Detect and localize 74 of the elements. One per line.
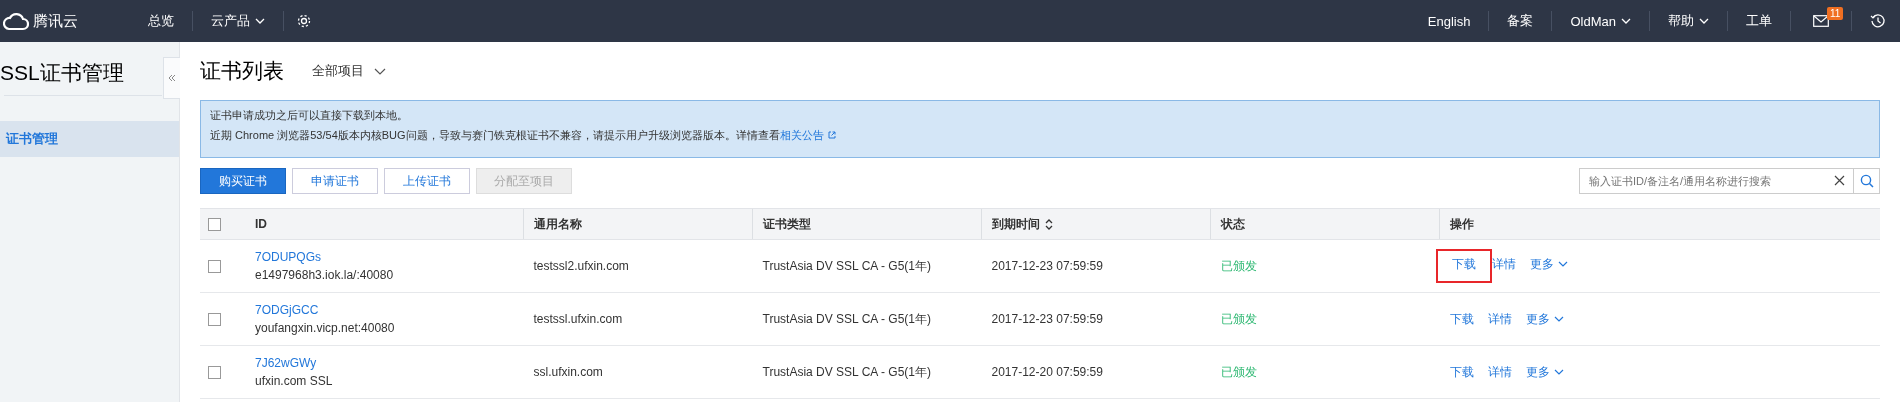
chevron-down-icon (374, 67, 386, 75)
column-header: 操作 (1450, 215, 1474, 233)
action-link[interactable]: 详情 (1487, 365, 1512, 379)
cloud-logo-icon (3, 11, 29, 31)
status-text: 已颁发 (1220, 365, 1257, 379)
remark-text: youfangxin.vicp.net:40080 (255, 320, 396, 337)
chevron-down-icon (1621, 18, 1631, 24)
external-link-icon (827, 131, 836, 139)
search-icon (1859, 174, 1874, 188)
table-cell: 2017-12-23 07:59:59 (991, 312, 1103, 326)
status-text: 已颁发 (1220, 259, 1257, 273)
sort-icon (1045, 218, 1053, 230)
action-link[interactable]: 更多 (1529, 255, 1568, 273)
action-link[interactable]: 详情 (1487, 312, 1512, 326)
action-link[interactable]: 下载 (1451, 257, 1476, 271)
chevron-down-icon (1553, 316, 1564, 322)
table-cell: ssl.ufxin.com (533, 365, 603, 379)
table-cell: TrustAsia DV SSL CA - G5(1年) (762, 365, 931, 379)
action-link[interactable]: 下载 (1449, 312, 1474, 326)
nav-link[interactable]: English (1409, 13, 1489, 29)
search-field[interactable]: 输入证书ID/备注名/通用名称进行搜索 (1579, 168, 1854, 194)
clear-icon[interactable] (1834, 175, 1845, 186)
notice-text: 近期 Chrome 浏览器53/54版本内核BUG问题，导致与赛门铁克根证书不兼容，请提示用户升级浏览器版本。详情查看 (210, 128, 780, 142)
table-cell: TrustAsia DV SSL CA - G5(1年) (762, 259, 931, 273)
table-cell: testssl.ufxin.com (533, 312, 623, 326)
table-cell: TrustAsia DV SSL CA - G5(1年) (762, 312, 931, 326)
column-header: 状态 (1221, 215, 1245, 233)
column-header: 通用名称 (534, 215, 582, 233)
sidebar-title: SSL证书管理 (0, 60, 124, 86)
remark-text: ufxin.com SSL (255, 373, 334, 390)
notification-badge: 11 (1827, 7, 1844, 20)
settings-icon[interactable] (296, 13, 312, 29)
announcement-link[interactable]: 相关公告 (779, 128, 824, 142)
select-all-checkbox[interactable] (208, 218, 221, 232)
column-header[interactable]: 到期时间 (992, 215, 1053, 233)
toolbar-button[interactable]: 申请证书 (292, 168, 378, 194)
certificate-id-link[interactable]: 7ODGjGCC (255, 303, 319, 317)
remark-text: e1497968h3.iok.la/:40080 (255, 267, 395, 284)
table-cell: testssl2.ufxin.com (533, 259, 629, 273)
certificate-id-link[interactable]: 7J62wGWy (255, 356, 317, 370)
double-chevron-left-icon (168, 74, 176, 82)
table-cell: 2017-12-23 07:59:59 (991, 259, 1103, 273)
search-button[interactable] (1854, 168, 1880, 194)
nav-link[interactable]: 帮助 (1650, 12, 1727, 30)
toolbar-button[interactable]: 购买证书 (200, 168, 286, 194)
chevron-down-icon (255, 18, 265, 24)
nav-link[interactable]: 工单 (1728, 12, 1790, 30)
action-link[interactable]: 更多 (1525, 363, 1564, 381)
page-title: 证书列表 (200, 58, 284, 84)
toolbar-button[interactable]: 上传证书 (384, 168, 470, 194)
chevron-down-icon (1553, 369, 1564, 375)
sidebar-item[interactable]: 证书管理 (0, 121, 179, 157)
column-header: ID (255, 217, 267, 231)
action-link[interactable]: 详情 (1491, 257, 1516, 271)
chevron-down-icon (1699, 18, 1709, 24)
notice-text: 证书申请成功之后可以直接下载到本地。 (210, 108, 409, 122)
action-link[interactable]: 更多 (1525, 310, 1564, 328)
table-cell: 2017-12-20 07:59:59 (991, 365, 1103, 379)
row-checkbox[interactable] (208, 260, 221, 274)
nav-link[interactable]: 总览 (130, 12, 192, 30)
project-dropdown[interactable]: 全部项目 (312, 62, 386, 80)
brand-name: 腾讯云 (33, 11, 78, 31)
action-link[interactable]: 下载 (1449, 365, 1474, 379)
nav-link[interactable]: 云产品 (193, 12, 283, 30)
status-text: 已颁发 (1220, 312, 1257, 326)
column-header: 证书类型 (763, 215, 811, 233)
nav-link[interactable]: OldMan (1552, 13, 1649, 29)
mail-icon[interactable] (1813, 15, 1829, 27)
nav-link[interactable]: 备案 (1489, 12, 1552, 30)
certificate-id-link[interactable]: 7ODUPQGs (255, 250, 321, 264)
row-checkbox[interactable] (208, 313, 221, 327)
row-checkbox[interactable] (208, 366, 221, 380)
chevron-down-icon (1557, 261, 1568, 267)
history-icon[interactable] (1870, 13, 1886, 29)
